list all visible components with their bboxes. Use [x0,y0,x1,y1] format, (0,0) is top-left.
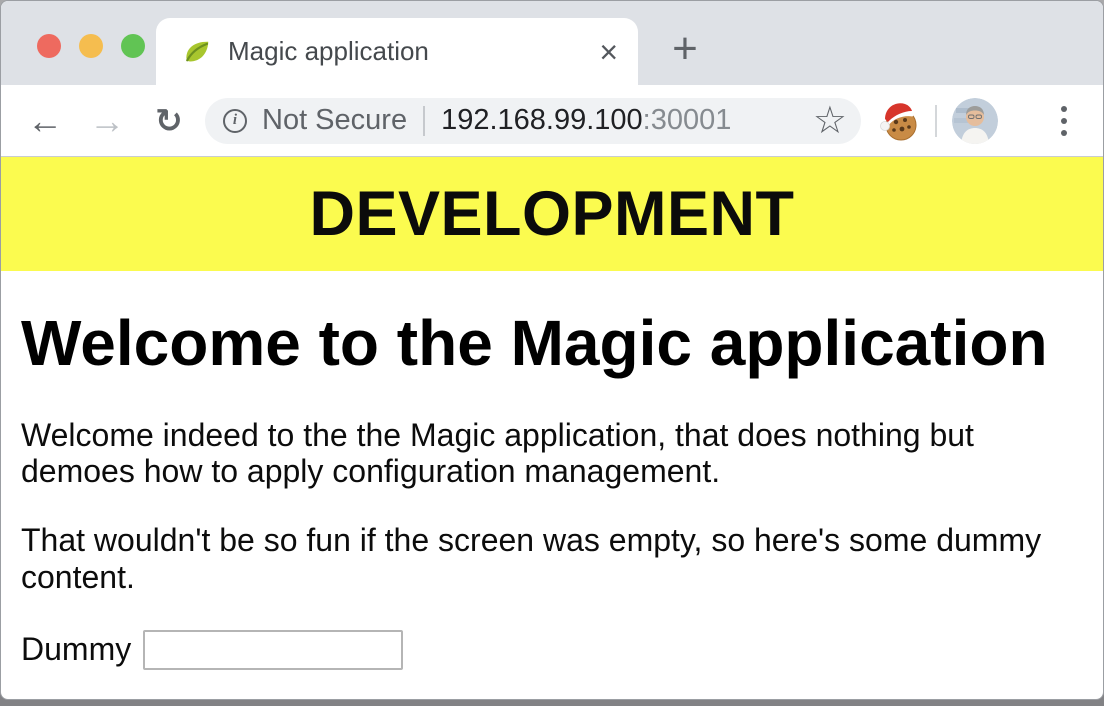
window-controls [37,34,145,58]
browser-tab[interactable]: Magic application × [156,18,638,85]
page-content: Welcome to the Magic application Welcome… [1,307,1103,670]
dev-banner: DEVELOPMENT [1,157,1103,271]
tab-strip: Magic application × + [1,1,1103,85]
kebab-menu-icon[interactable] [1051,98,1077,144]
dummy-paragraph: That wouldn't be so fun if the screen wa… [21,522,1061,596]
dummy-input[interactable] [143,630,403,670]
url-text: 192.168.99.100:30001 [441,104,731,137]
forward-icon[interactable]: → [87,98,127,144]
new-tab-button[interactable]: + [659,23,711,75]
security-label: Not Secure [262,104,407,137]
toolbar-divider [935,105,937,137]
url-port: :30001 [643,104,732,136]
cookie-santa-hat-extension-icon[interactable] [875,98,921,144]
dev-banner-label: DEVELOPMENT [309,178,794,250]
intro-paragraph: Welcome indeed to the the Magic applicat… [21,417,1061,491]
back-icon[interactable]: ← [25,98,65,144]
address-bar[interactable]: i Not Secure 192.168.99.100:30001 ☆ [205,98,861,144]
dummy-label: Dummy [21,631,131,668]
user-avatar-icon [952,98,998,144]
page-title: Welcome to the Magic application [21,307,1083,381]
omnibox-divider [423,106,425,136]
tab-title: Magic application [228,36,599,67]
browser-toolbar: ← → ↻ i Not Secure 192.168.99.100:30001 … [1,85,1103,157]
profile-avatar[interactable] [952,98,998,144]
reload-icon[interactable]: ↻ [149,98,189,144]
browser-window: Magic application × + ← → ↻ i Not Secure… [0,0,1104,700]
dummy-form-row: Dummy [21,630,1083,670]
url-host: 192.168.99.100 [441,104,643,136]
bookmark-star-icon[interactable]: ☆ [813,102,847,140]
traffic-light-minimize[interactable] [79,34,103,58]
traffic-light-close[interactable] [37,34,61,58]
traffic-light-maximize[interactable] [121,34,145,58]
tab-close-icon[interactable]: × [599,36,618,68]
spring-leaf-icon [182,37,212,67]
info-icon[interactable]: i [223,109,247,133]
